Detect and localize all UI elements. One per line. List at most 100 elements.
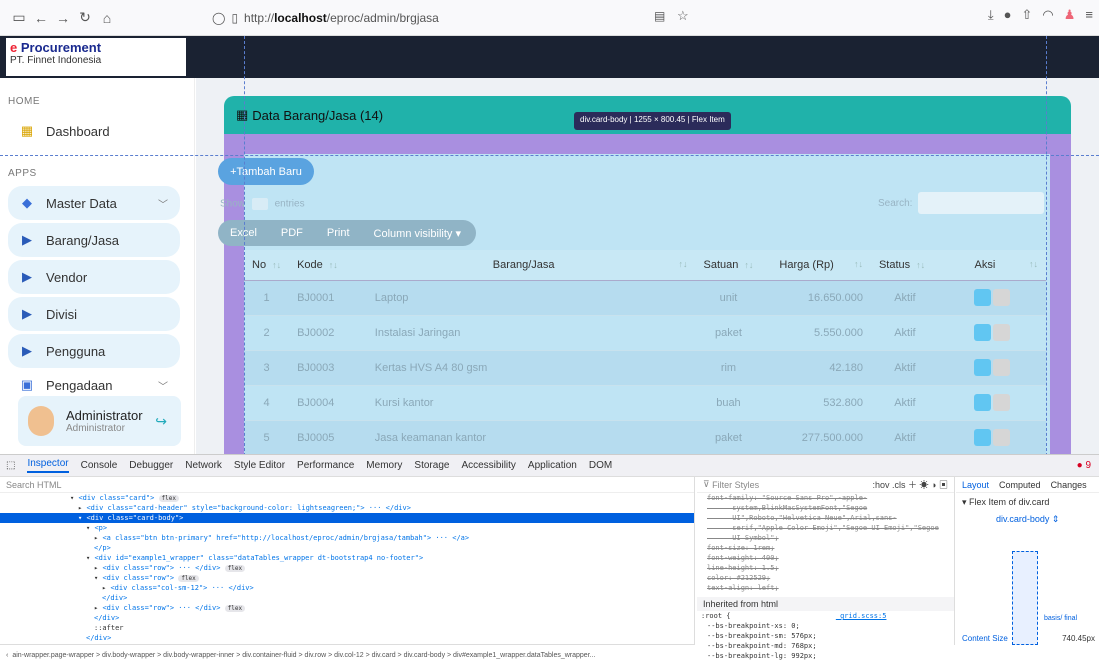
sidebar-toggle-icon[interactable]: ▭: [8, 7, 30, 29]
html-node[interactable]: ▾ <div class="row"> flex: [0, 573, 694, 583]
menu-icon[interactable]: ≡: [1085, 7, 1093, 23]
html-node[interactable]: ::after: [0, 623, 694, 633]
column-header-no[interactable]: No ↑↓: [244, 250, 290, 281]
edit-icon[interactable]: [974, 359, 992, 376]
style-declaration[interactable]: system,BlinkMacSystemFont,"Segoe: [697, 503, 954, 513]
style-declaration[interactable]: --bs-breakpoint-sm: 576px;: [697, 631, 954, 641]
delete-icon[interactable]: [993, 359, 1011, 376]
sidebar-item-master-data[interactable]: ◆ Master Data ﹀: [8, 186, 180, 220]
html-node[interactable]: ▸ <div class="card-header" style="backgr…: [0, 503, 694, 513]
bookmark-star-icon[interactable]: ☆: [677, 8, 689, 24]
sidebar-item-dashboard[interactable]: ▦ Dashboard: [8, 114, 180, 148]
back-icon[interactable]: ←: [30, 7, 52, 29]
style-declaration[interactable]: --bs-breakpoint-lg: 992px;: [697, 651, 954, 661]
tab-debugger[interactable]: Debugger: [129, 460, 173, 471]
devtools-highlight-tooltip: div.card-body | 1255 × 800.45 | Flex Ite…: [574, 112, 731, 130]
style-declaration[interactable]: font-size: 1rem;: [697, 543, 954, 553]
share-icon[interactable]: ⇧: [1022, 7, 1033, 23]
column-header-kode[interactable]: Kode ↑↓: [289, 250, 367, 281]
tab-accessibility[interactable]: Accessibility: [461, 460, 515, 471]
error-count-badge[interactable]: ● 9: [1077, 460, 1091, 471]
style-declaration[interactable]: UI",Roboto,"Helvetica Neue",Arial,sans-: [697, 513, 954, 523]
html-node[interactable]: </div>: [0, 593, 694, 603]
delete-icon[interactable]: [993, 289, 1011, 306]
profile-icon[interactable]: ♟: [1064, 7, 1076, 23]
url-bar[interactable]: ◯ ▯ http://localhost/eproc/admin/brgjasa: [212, 5, 672, 31]
html-node[interactable]: ▸ <div class="row"> ··· </div> flex: [0, 603, 694, 613]
edit-icon[interactable]: [974, 289, 992, 306]
html-node-selected[interactable]: ▾ <div class="card-body">: [0, 513, 694, 523]
delete-icon[interactable]: [993, 324, 1011, 341]
pdf-button[interactable]: PDF: [269, 227, 315, 239]
reload-icon[interactable]: ↻: [74, 7, 96, 29]
html-node[interactable]: </div>: [0, 633, 694, 643]
tab-changes[interactable]: Changes: [1051, 480, 1087, 490]
html-node[interactable]: ▸ <div class="row"> ··· </div> flex: [0, 563, 694, 573]
tab-performance[interactable]: Performance: [297, 460, 354, 471]
account-icon[interactable]: ◠: [1042, 7, 1053, 23]
home-icon[interactable]: ⌂: [96, 7, 118, 29]
search-input[interactable]: [918, 192, 1044, 214]
tab-storage[interactable]: Storage: [414, 460, 449, 471]
download-icon[interactable]: ⤓: [988, 7, 994, 23]
html-node[interactable]: ▾ <p>: [0, 523, 694, 533]
style-declaration[interactable]: color: #212529;: [697, 573, 954, 583]
style-declaration[interactable]: text-align: left;: [697, 583, 954, 593]
delete-icon[interactable]: [993, 429, 1011, 446]
column-visibility-button[interactable]: Column visibility ▾: [362, 227, 473, 240]
tab-layout[interactable]: Layout: [962, 480, 989, 490]
edit-icon[interactable]: [974, 429, 992, 446]
html-node[interactable]: </div>: [0, 613, 694, 623]
forward-icon[interactable]: →: [52, 7, 74, 29]
add-new-button[interactable]: +Tambah Baru: [218, 158, 314, 185]
column-header-status[interactable]: Status ↑↓: [870, 250, 939, 281]
style-declaration[interactable]: --bs-breakpoint-md: 768px;: [697, 641, 954, 651]
entries-select[interactable]: [251, 198, 268, 210]
column-header-harga[interactable]: Harga (Rp) ↑↓: [761, 250, 871, 281]
root-rule[interactable]: :root { _grid.scss:5: [697, 611, 954, 621]
html-node[interactable]: ▸ <a class="btn btn-primary" href="http:…: [0, 533, 694, 543]
app-header: e Procurement PT. Finnet Indonesia: [0, 36, 1099, 78]
html-node[interactable]: ▾ <div id="example1_wrapper" class="data…: [0, 553, 694, 563]
style-declaration[interactable]: UI Symbol";: [697, 533, 954, 543]
flex-item-select[interactable]: div.card-body ⇕: [956, 512, 1099, 527]
logo[interactable]: e Procurement PT. Finnet Indonesia: [6, 38, 186, 76]
tab-dom[interactable]: DOM: [589, 460, 612, 471]
html-search-input[interactable]: Search HTML: [0, 477, 694, 493]
filter-styles-input[interactable]: ⊽ Filter Styles :hov .cls ＋ ☀ ◑ ▣: [697, 477, 954, 493]
pick-element-icon[interactable]: ⬚: [6, 460, 15, 471]
style-declaration[interactable]: --bs-breakpoint-xs: 0;: [697, 621, 954, 631]
edit-icon[interactable]: [974, 324, 992, 341]
tab-application[interactable]: Application: [528, 460, 577, 471]
tab-computed[interactable]: Computed: [999, 480, 1041, 490]
extension-icon[interactable]: ●: [1004, 7, 1012, 23]
sidebar-item-barang-jasa[interactable]: ▶ Barang/Jasa: [8, 223, 180, 257]
sidebar-item-divisi[interactable]: ▶ Divisi: [8, 297, 180, 331]
tab-memory[interactable]: Memory: [366, 460, 402, 471]
html-node[interactable]: ▾ <div class="card"> flex: [0, 493, 694, 503]
style-declaration[interactable]: serif,"Apple Color Emoji","Segoe UI Emoj…: [697, 523, 954, 533]
edit-icon[interactable]: [974, 394, 992, 411]
column-header-satuan[interactable]: Satuan ↑↓: [695, 250, 762, 281]
html-node[interactable]: ▸ <div class="col-sm-12"> ··· </div>: [0, 583, 694, 593]
column-header-barang-jasa[interactable]: Barang/Jasa ↑↓: [366, 250, 696, 281]
column-header-aksi[interactable]: Aksi ↑↓: [938, 250, 1046, 281]
sidebar-item-vendor[interactable]: ▶ Vendor: [8, 260, 180, 294]
print-button[interactable]: Print: [315, 227, 362, 239]
sort-icon: ↑↓: [916, 259, 926, 270]
style-declaration[interactable]: font-weight: 400;: [697, 553, 954, 563]
tab-console[interactable]: Console: [81, 460, 118, 471]
reader-icon[interactable]: ▤: [654, 9, 665, 23]
style-declaration[interactable]: font-family: "Source Sans Pro",-apple-: [697, 493, 954, 503]
html-node[interactable]: </p>: [0, 543, 694, 553]
logout-icon[interactable]: ↪: [155, 413, 167, 430]
sidebar-item-label: Barang/Jasa: [46, 232, 119, 248]
styles-tools[interactable]: :hov .cls ＋ ☀ ◑ ▣: [873, 478, 948, 491]
sidebar-item-pengguna[interactable]: ▶ Pengguna: [8, 334, 180, 368]
delete-icon[interactable]: [993, 394, 1011, 411]
tab-inspector[interactable]: Inspector: [27, 458, 69, 473]
devtools-breadcrumb[interactable]: ‹ ain-wrapper.page-wrapper > div.body-wr…: [0, 644, 695, 666]
style-declaration[interactable]: line-height: 1.5;: [697, 563, 954, 573]
tab-network[interactable]: Network: [185, 460, 222, 471]
tab-style-editor[interactable]: Style Editor: [234, 460, 285, 471]
